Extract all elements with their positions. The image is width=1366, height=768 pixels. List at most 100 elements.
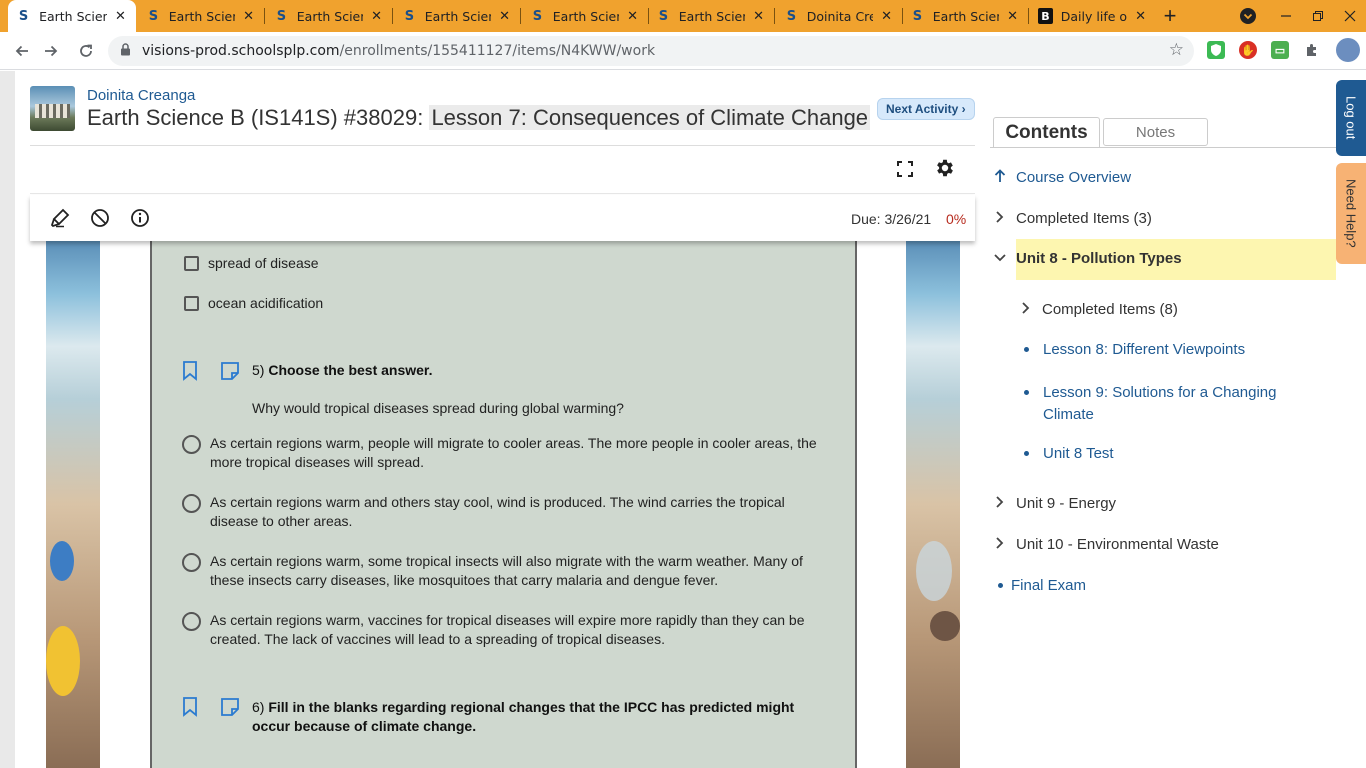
question-panel: spread of disease ocean acidification 5)… bbox=[150, 241, 857, 768]
reload-button[interactable] bbox=[72, 37, 100, 65]
browser-tab[interactable]: S Earth Scien ✕ bbox=[648, 0, 774, 32]
question-instruction: Choose the best answer. bbox=[268, 362, 433, 378]
sidebar-item-lesson-8[interactable]: Lesson 8: Different Viewpoints bbox=[1018, 341, 1245, 358]
browser-tab[interactable]: S Earth Scien ✕ bbox=[266, 0, 392, 32]
browser-tab-strip: S Earth Scien ✕ S Earth Scien ✕ S Earth … bbox=[0, 0, 1366, 32]
sidebar-item-unit-9[interactable]: Unit 9 - Energy bbox=[990, 495, 1116, 512]
clear-highlight-button[interactable] bbox=[87, 205, 113, 231]
browser-tab[interactable]: B Daily life of ✕ bbox=[1030, 0, 1156, 32]
close-tab-icon[interactable]: ✕ bbox=[625, 9, 640, 24]
bookmark-star-icon[interactable]: ☆ bbox=[1169, 40, 1184, 60]
answer-text: As certain regions warm, vaccines for tr… bbox=[210, 612, 805, 647]
shield-extension-icon[interactable] bbox=[1207, 41, 1225, 59]
close-icon bbox=[1344, 10, 1356, 22]
sidebar-item-final-exam[interactable]: Final Exam bbox=[992, 577, 1086, 594]
close-window-button[interactable] bbox=[1334, 0, 1366, 32]
tab-title: Earth Scien bbox=[168, 8, 236, 24]
browser-tab[interactable]: S Earth Scien ✕ bbox=[138, 0, 264, 32]
highlighter-icon bbox=[50, 208, 70, 228]
url-path: /enrollments/155411127/items/N4KWW/work bbox=[339, 43, 656, 59]
sidebar-item-completed-items[interactable]: Completed Items (3) bbox=[990, 210, 1152, 227]
checkbox-option[interactable]: spread of disease bbox=[184, 255, 319, 271]
site-favicon-icon: B bbox=[1038, 8, 1053, 24]
radio-button[interactable] bbox=[182, 612, 201, 631]
browser-toolbar: visions-prod.schoolsplp.com/enrollments/… bbox=[0, 32, 1366, 70]
close-tab-icon[interactable]: ✕ bbox=[241, 9, 256, 24]
bullet-dot bbox=[1024, 347, 1029, 352]
back-button[interactable] bbox=[8, 37, 36, 65]
close-tab-icon[interactable]: ✕ bbox=[1005, 9, 1020, 24]
bookmark-icon[interactable] bbox=[182, 361, 198, 381]
close-tab-icon[interactable]: ✕ bbox=[113, 9, 128, 24]
question-6-tools bbox=[182, 695, 252, 719]
info-button[interactable] bbox=[127, 205, 153, 231]
url-domain: visions-prod.schoolsplp.com bbox=[142, 43, 340, 59]
sidebar-item-unit-8-test[interactable]: Unit 8 Test bbox=[1018, 445, 1114, 462]
lesson-title: Lesson 7: Consequences of Climate Change bbox=[429, 105, 871, 130]
sidebar-item-label: Completed Items (8) bbox=[1042, 301, 1178, 318]
answer-option[interactable]: As certain regions warm, people will mig… bbox=[182, 434, 822, 472]
answer-option[interactable]: As certain regions warm, vaccines for tr… bbox=[182, 611, 822, 649]
note-icon[interactable] bbox=[220, 697, 240, 717]
sidebar-item-label: Completed Items (3) bbox=[1016, 210, 1152, 227]
teacher-name-link[interactable]: Doinita Creanga bbox=[87, 87, 195, 104]
tab-notes[interactable]: Notes bbox=[1103, 118, 1208, 146]
forward-arrow-icon bbox=[45, 45, 58, 57]
site-favicon-icon: S bbox=[786, 8, 797, 24]
answer-option[interactable]: As certain regions warm and others stay … bbox=[182, 493, 822, 531]
checkbox-option[interactable]: ocean acidification bbox=[184, 295, 323, 311]
close-tab-icon[interactable]: ✕ bbox=[369, 9, 384, 24]
browser-tab[interactable]: S Earth Scien ✕ bbox=[8, 0, 136, 32]
profile-avatar[interactable] bbox=[1336, 38, 1360, 62]
browser-tab[interactable]: S Earth Scien ✕ bbox=[902, 0, 1028, 32]
new-tab-button[interactable]: + bbox=[1154, 0, 1186, 32]
sidebar-item-unit-8[interactable]: Unit 8 - Pollution Types bbox=[990, 250, 1182, 267]
browser-tab[interactable]: S Earth Scien ✕ bbox=[522, 0, 648, 32]
browser-tab[interactable]: S Doinita Cre ✕ bbox=[776, 0, 902, 32]
screen-extension-icon[interactable]: ▭ bbox=[1271, 41, 1289, 59]
puzzle-extensions-icon[interactable] bbox=[1303, 41, 1321, 59]
answer-option[interactable]: As certain regions warm, some tropical i… bbox=[182, 552, 832, 590]
note-icon[interactable] bbox=[220, 361, 240, 381]
tab-contents[interactable]: Contents bbox=[993, 117, 1100, 148]
activity-content: spread of disease ocean acidification 5)… bbox=[46, 241, 960, 768]
checkbox[interactable] bbox=[184, 295, 199, 311]
url-text: visions-prod.schoolsplp.com/enrollments/… bbox=[142, 43, 655, 59]
bullet-dot bbox=[998, 583, 1003, 588]
arrow-up-icon bbox=[990, 169, 1010, 186]
chevron-right-icon bbox=[990, 495, 1010, 512]
fullscreen-button[interactable] bbox=[892, 156, 918, 182]
settings-button[interactable] bbox=[932, 155, 958, 181]
sidebar-item-lesson-9[interactable]: Lesson 9: Solutions for a Changing Clima… bbox=[1018, 382, 1318, 426]
radio-button[interactable] bbox=[182, 553, 201, 572]
forward-button[interactable] bbox=[37, 37, 65, 65]
hand-extension-icon[interactable]: ✋ bbox=[1239, 41, 1257, 59]
close-tab-icon[interactable]: ✕ bbox=[879, 9, 894, 24]
tab-search-button[interactable] bbox=[1232, 0, 1264, 32]
sidebar-item-course-overview[interactable]: Course Overview bbox=[990, 169, 1131, 186]
browser-tab[interactable]: S Earth Scien ✕ bbox=[394, 0, 520, 32]
next-activity-button[interactable]: Next Activity › bbox=[877, 98, 975, 120]
tab-title: Doinita Cre bbox=[806, 8, 874, 24]
reload-icon bbox=[80, 44, 92, 57]
close-tab-icon[interactable]: ✕ bbox=[497, 9, 512, 24]
minimize-icon bbox=[1281, 15, 1291, 17]
sidebar-item-unit8-completed[interactable]: Completed Items (8) bbox=[1016, 301, 1178, 318]
checkbox[interactable] bbox=[184, 255, 199, 271]
minimize-button[interactable] bbox=[1270, 0, 1302, 32]
bullet-dot bbox=[1024, 451, 1029, 456]
radio-button[interactable] bbox=[182, 435, 201, 454]
sidebar-item-label: Unit 8 Test bbox=[1043, 445, 1114, 462]
radio-button[interactable] bbox=[182, 494, 201, 513]
site-favicon-icon: S bbox=[276, 8, 287, 24]
sidebar-item-unit-10[interactable]: Unit 10 - Environmental Waste bbox=[990, 536, 1219, 553]
site-favicon-icon: S bbox=[912, 8, 923, 24]
logout-button[interactable]: Log out bbox=[1336, 80, 1366, 156]
bookmark-icon[interactable] bbox=[182, 697, 198, 717]
need-help-button[interactable]: Need Help? bbox=[1336, 163, 1366, 264]
close-tab-icon[interactable]: ✕ bbox=[1133, 9, 1148, 24]
close-tab-icon[interactable]: ✕ bbox=[751, 9, 766, 24]
address-bar[interactable]: visions-prod.schoolsplp.com/enrollments/… bbox=[108, 36, 1194, 66]
highlighter-button[interactable] bbox=[47, 205, 73, 231]
restore-button[interactable] bbox=[1302, 0, 1334, 32]
